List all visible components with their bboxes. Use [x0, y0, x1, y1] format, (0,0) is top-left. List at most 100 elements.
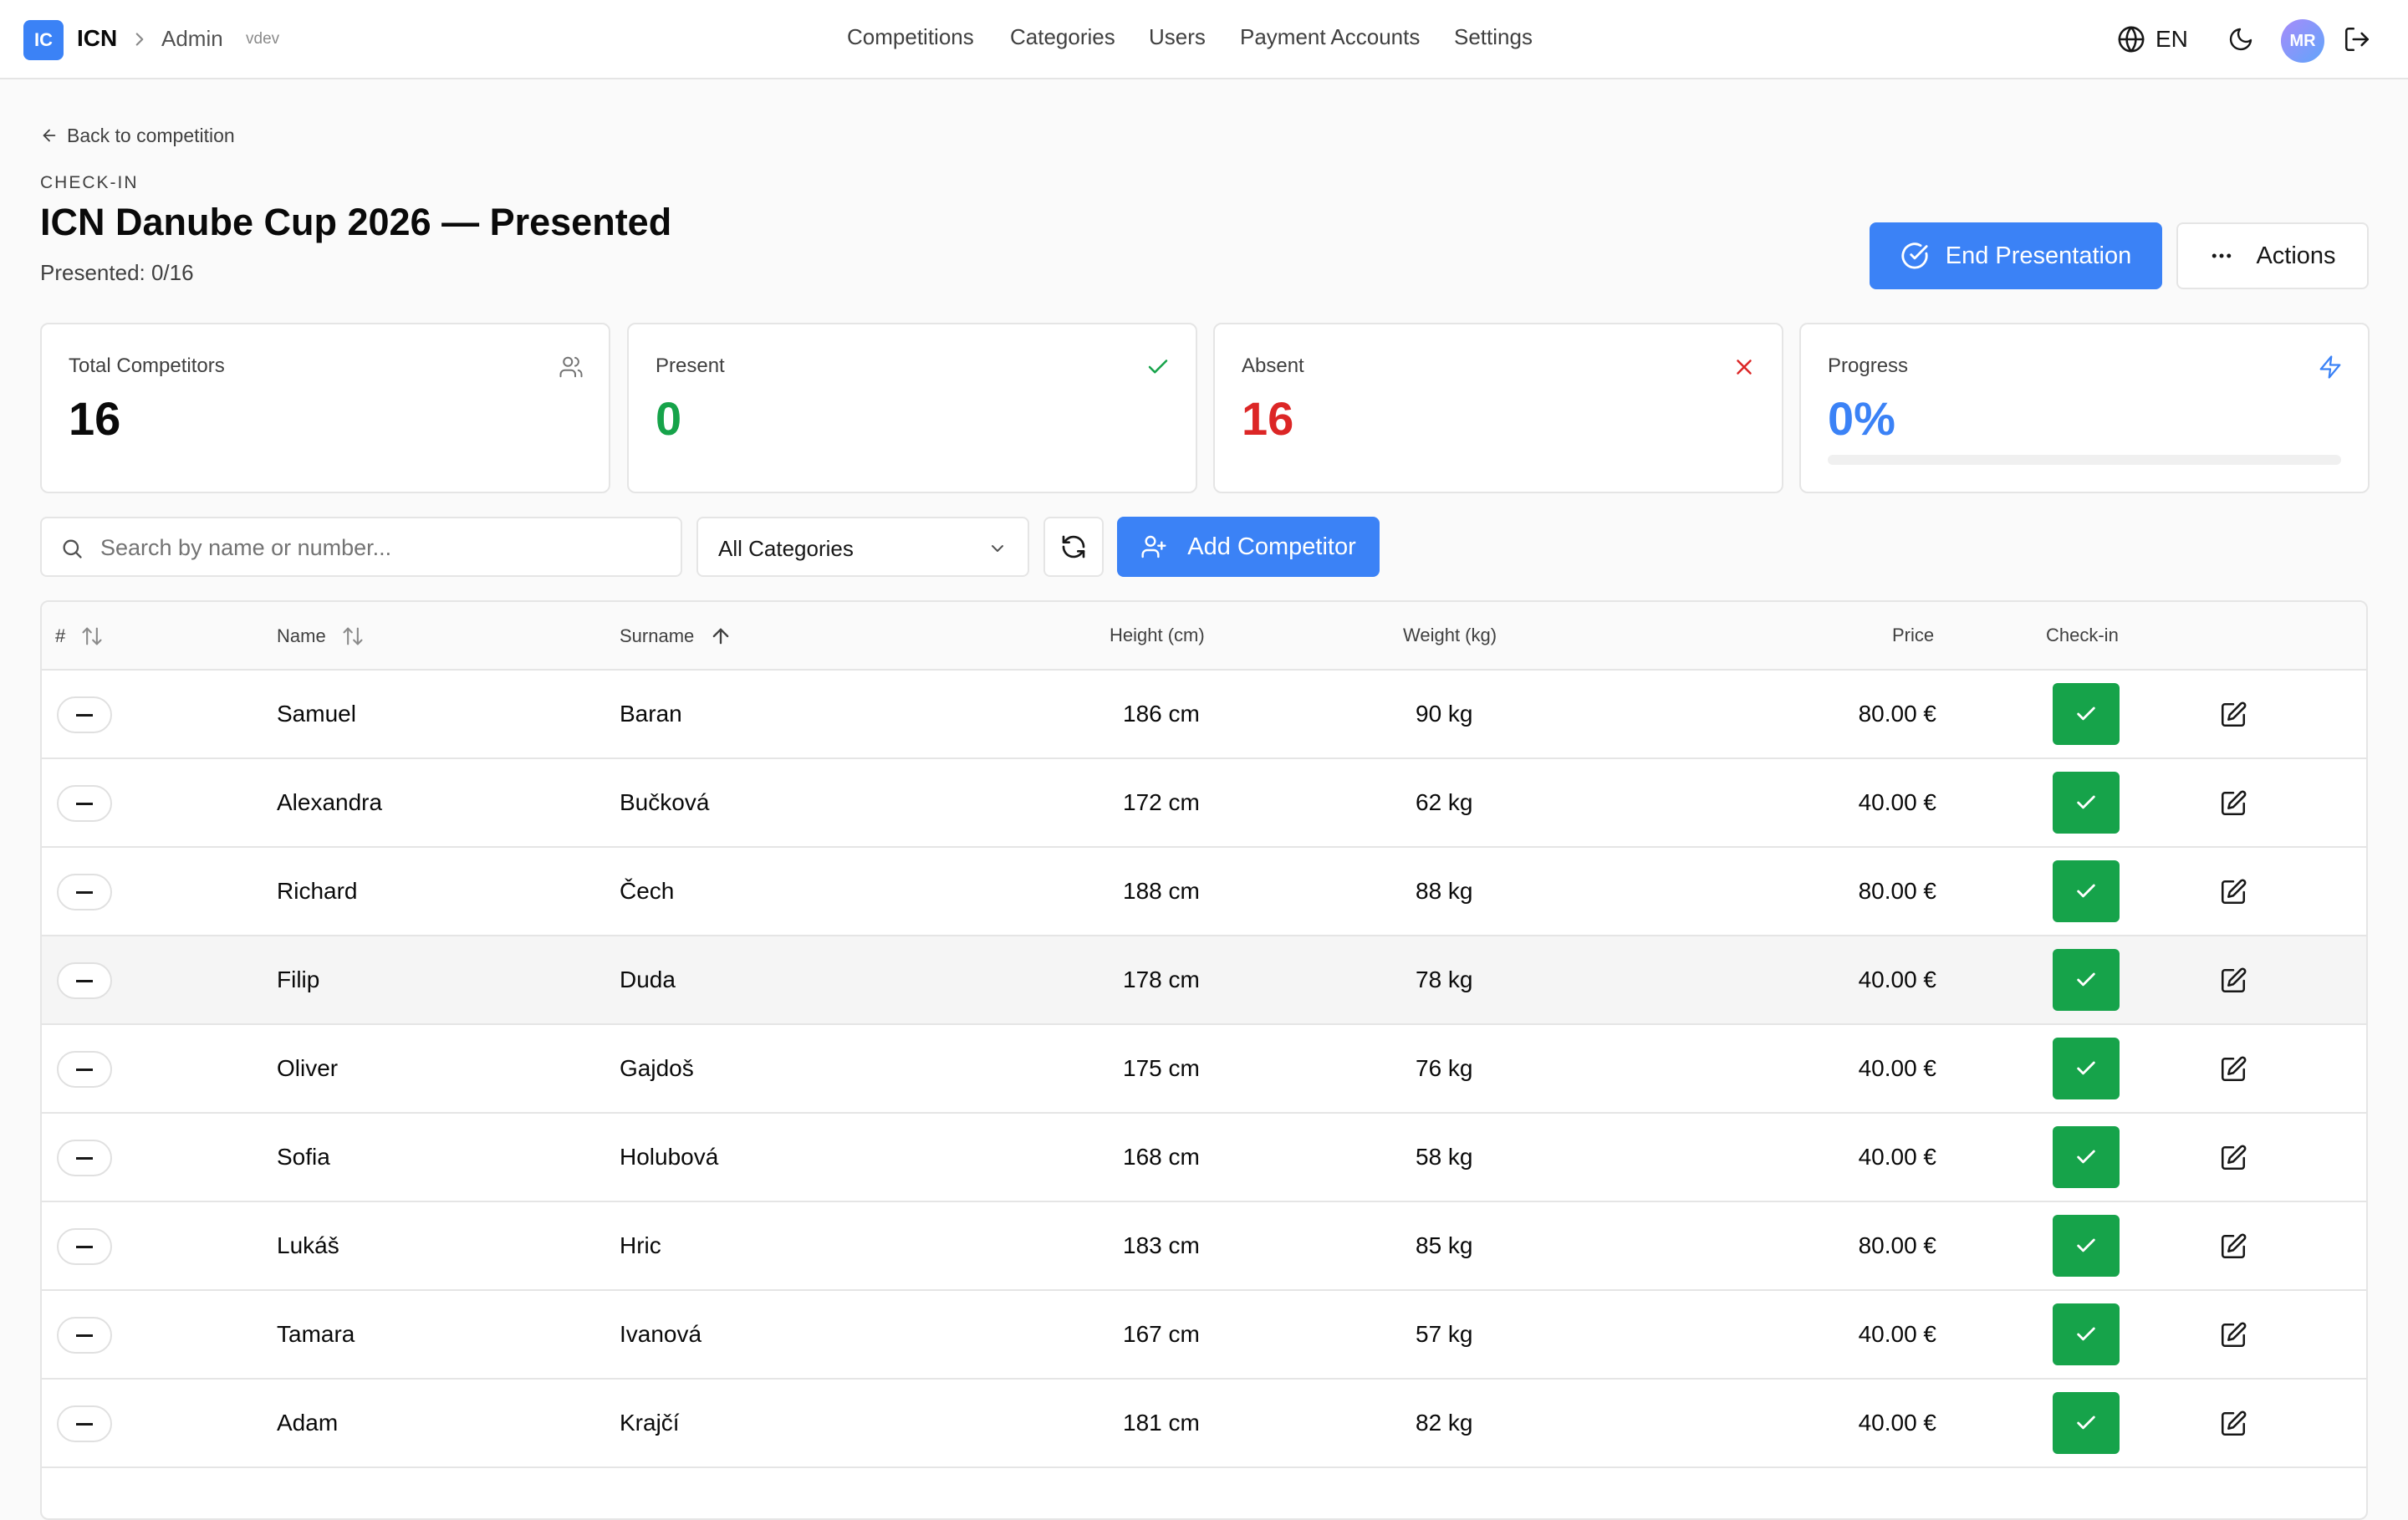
edit-icon[interactable] [2219, 1410, 2247, 1438]
edit-icon[interactable] [2219, 1232, 2247, 1261]
number-pill[interactable] [57, 874, 112, 910]
brand-logo[interactable]: IC [23, 20, 64, 60]
users-icon [559, 356, 583, 378]
logout-icon[interactable] [2343, 25, 2371, 54]
competitor-height: 181 cm [1123, 1410, 1200, 1436]
stat-value: 16 [69, 392, 121, 445]
stat-label: Progress [1828, 354, 1909, 377]
column-header-label: Height (cm) [1110, 625, 1205, 645]
add-competitor-button[interactable]: Add Competitor [1117, 517, 1380, 577]
check-in-button[interactable] [2053, 1303, 2120, 1365]
check-in-button[interactable] [2053, 949, 2120, 1011]
table-row: Sofia Holubová 168 cm 58 kg 40.00 € [42, 1114, 2366, 1202]
competitor-name: Filip [277, 967, 320, 992]
refresh-button[interactable] [1043, 517, 1104, 577]
number-pill[interactable] [57, 1051, 112, 1088]
end-presentation-label: End Presentation [1945, 242, 2132, 269]
check-in-button[interactable] [2053, 683, 2120, 745]
column-header-surname[interactable]: Surname [620, 625, 732, 648]
competitor-name: Adam [277, 1410, 339, 1436]
competitor-height: 175 cm [1123, 1055, 1200, 1081]
actions-label: Actions [2256, 242, 2336, 269]
number-pill[interactable] [57, 1228, 112, 1265]
competitor-price: 40.00 € [1858, 1055, 1936, 1081]
stat-card-total: Total Competitors 16 [40, 323, 610, 493]
competitor-price: 80.00 € [1858, 878, 1936, 904]
category-select[interactable]: All Categories [696, 517, 1029, 577]
stat-card-present: Present 0 [627, 323, 1197, 493]
check-icon [2077, 1150, 2095, 1164]
check-in-button[interactable] [2053, 1126, 2120, 1188]
column-header-label: # [55, 625, 66, 646]
competitor-price: 40.00 € [1858, 967, 1936, 992]
edit-icon[interactable] [2219, 1144, 2247, 1172]
edit-icon[interactable] [2219, 878, 2247, 906]
competitor-height: 178 cm [1123, 967, 1200, 992]
sort-icon [343, 627, 363, 645]
breadcrumb-admin[interactable]: Admin [161, 26, 223, 52]
competitors-table: # Name Surname Height (cm) Weight (kg) P… [40, 600, 2368, 1520]
add-competitor-label: Add Competitor [1187, 533, 1356, 560]
check-in-button[interactable] [2053, 860, 2120, 922]
table-row: Adam Krajčí 181 cm 82 kg 40.00 € [42, 1380, 2366, 1468]
number-pill[interactable] [57, 1140, 112, 1176]
nav-users[interactable]: Users [1149, 24, 1206, 50]
nav-competitions[interactable]: Competitions [847, 24, 974, 50]
table-row: Alexandra Bučková 172 cm 62 kg 40.00 € [42, 759, 2366, 848]
language-switcher[interactable]: EN [2155, 26, 2188, 53]
check-in-button[interactable] [2053, 1215, 2120, 1277]
column-header-checkin: Check-in [2046, 625, 2119, 646]
check-in-button[interactable] [2053, 772, 2120, 834]
table-row: Filip Duda 178 cm 78 kg 40.00 € [42, 936, 2366, 1025]
check-icon [2077, 795, 2095, 809]
number-pill[interactable] [57, 1317, 112, 1354]
nav-categories[interactable]: Categories [1010, 24, 1115, 50]
nav-settings[interactable]: Settings [1454, 24, 1533, 50]
competitor-price: 40.00 € [1858, 789, 1936, 815]
competitor-price: 80.00 € [1858, 1232, 1936, 1258]
end-presentation-button[interactable]: End Presentation [1870, 222, 2162, 289]
actions-button[interactable]: Actions [2176, 222, 2369, 289]
search-input[interactable] [100, 527, 669, 569]
column-header-label: Name [277, 625, 326, 646]
moon-icon[interactable] [2227, 26, 2254, 53]
competitor-height: 168 cm [1123, 1144, 1200, 1170]
edit-icon[interactable] [2219, 789, 2247, 818]
check-in-button[interactable] [2053, 1038, 2120, 1099]
chevron-right-icon [135, 33, 144, 46]
brand-name[interactable]: ICN [77, 25, 117, 52]
number-pill[interactable] [57, 1405, 112, 1442]
competitor-weight: 78 kg [1416, 967, 1473, 992]
number-pill[interactable] [57, 962, 112, 999]
competitor-surname: Holubová [620, 1144, 719, 1170]
competitor-price: 40.00 € [1858, 1410, 1936, 1436]
competitor-name: Alexandra [277, 789, 383, 815]
column-header-price: Price [1892, 625, 1934, 646]
competitor-name: Samuel [277, 701, 356, 727]
back-link[interactable]: Back to competition [40, 122, 235, 149]
column-header-label: Price [1892, 625, 1935, 645]
edit-icon[interactable] [2219, 1321, 2247, 1349]
back-link-label: Back to competition [67, 124, 235, 146]
competitor-price: 40.00 € [1858, 1144, 1936, 1170]
edit-icon[interactable] [2219, 967, 2247, 995]
globe-icon[interactable] [2117, 25, 2145, 54]
check-circle-icon [1901, 242, 1928, 269]
x-icon [1737, 360, 1752, 375]
column-header-name[interactable]: Name [277, 625, 365, 648]
check-icon [2077, 884, 2095, 898]
edit-icon[interactable] [2219, 701, 2247, 729]
presented-count: Presented: 0/16 [40, 260, 194, 285]
stat-label: Present [656, 354, 725, 377]
number-pill[interactable] [57, 785, 112, 822]
number-pill[interactable] [57, 696, 112, 733]
avatar[interactable]: MR [2281, 19, 2324, 63]
competitor-price: 40.00 € [1858, 1321, 1936, 1347]
column-header-number[interactable]: # [55, 625, 104, 648]
competitor-name: Oliver [277, 1055, 339, 1081]
nav-payment-accounts[interactable]: Payment Accounts [1240, 24, 1420, 50]
column-header-label: Weight (kg) [1403, 625, 1497, 645]
check-icon [2077, 1415, 2095, 1430]
edit-icon[interactable] [2219, 1055, 2247, 1084]
check-in-button[interactable] [2053, 1392, 2120, 1454]
